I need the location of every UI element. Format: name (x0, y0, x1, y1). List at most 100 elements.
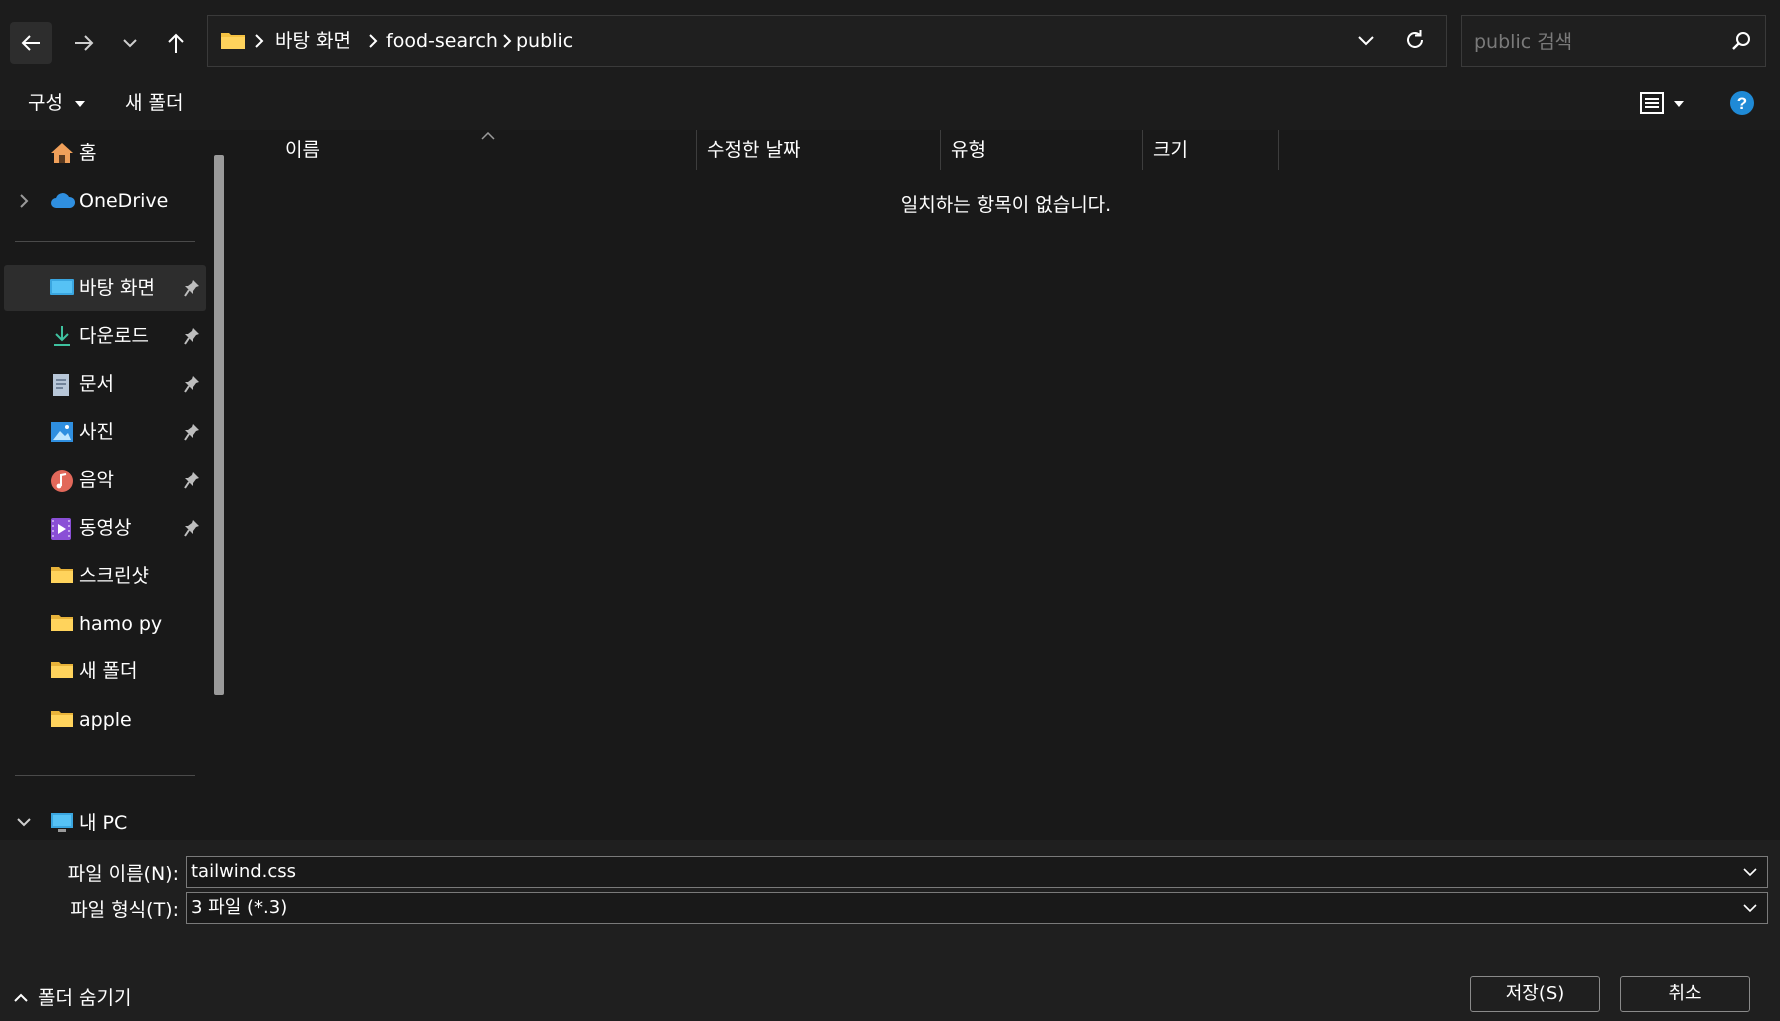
column-header-name[interactable]: 이름 (285, 130, 320, 170)
recent-locations-button[interactable] (110, 22, 150, 64)
new-folder-button[interactable]: 새 폴더 (125, 78, 183, 128)
sidebar-item-onedrive[interactable]: OneDrive (0, 178, 206, 224)
column-divider[interactable] (1142, 130, 1143, 170)
sidebar-item-label: 스크린샷 (79, 565, 149, 587)
pin-icon[interactable] (184, 327, 200, 345)
computer-icon (50, 812, 74, 834)
sidebar-item-label: hamo py (79, 613, 163, 635)
arrow-left-icon (20, 32, 42, 54)
breadcrumb-desktop[interactable]: 바탕 화면 (275, 16, 351, 66)
column-header-size[interactable]: 크기 (1153, 130, 1188, 170)
document-icon (50, 373, 74, 396)
desktop-icon (50, 277, 74, 299)
help-button[interactable]: ? (1729, 90, 1755, 116)
column-divider[interactable] (940, 130, 941, 170)
chevron-down-icon[interactable] (1743, 868, 1757, 877)
search-input[interactable] (1472, 16, 1716, 68)
sidebar-item-videos[interactable]: 동영상 (0, 505, 206, 551)
folder-icon (50, 613, 74, 635)
chevron-right-icon (501, 33, 513, 49)
pin-icon[interactable] (184, 519, 200, 537)
back-button[interactable] (10, 22, 52, 64)
organize-label: 구성 (28, 92, 63, 114)
folder-icon (50, 565, 74, 587)
sidebar-item-label: apple (79, 709, 132, 731)
sidebar-item-pictures[interactable]: 사진 (0, 409, 206, 455)
sidebar-item-label: 바탕 화면 (79, 277, 155, 299)
chevron-down-icon (1743, 904, 1757, 913)
chevron-right-icon (253, 33, 265, 49)
filename-field[interactable]: tailwind.css (186, 856, 1768, 888)
folder-icon (220, 30, 246, 50)
forward-button[interactable] (63, 22, 105, 64)
up-button[interactable] (155, 22, 197, 64)
sidebar-item-label: 새 폴더 (79, 660, 138, 682)
sidebar-item-label: 음악 (79, 469, 114, 491)
chevron-up-icon (14, 993, 28, 1002)
divider (15, 241, 195, 242)
column-header-date-modified[interactable]: 수정한 날짜 (707, 130, 800, 170)
sidebar-item-desktop[interactable]: 바탕 화면 (4, 265, 206, 311)
sidebar-item-label: 다운로드 (79, 325, 149, 347)
pin-icon[interactable] (184, 279, 200, 297)
column-header-row: 이름 수정한 날짜 유형 크기 (236, 130, 1776, 170)
music-icon (50, 469, 74, 492)
sidebar-item-documents[interactable]: 문서 (0, 361, 206, 407)
column-divider[interactable] (1278, 130, 1279, 170)
cancel-button[interactable]: 취소 (1620, 976, 1750, 1012)
sidebar-item-apple[interactable]: apple (0, 697, 206, 743)
pin-icon[interactable] (184, 471, 200, 489)
search-icon[interactable] (1730, 30, 1752, 52)
sidebar-item-downloads[interactable]: 다운로드 (0, 313, 206, 359)
arrow-right-icon (73, 32, 95, 54)
home-icon (50, 142, 74, 164)
pin-icon[interactable] (184, 375, 200, 393)
save-button[interactable]: 저장(S) (1470, 976, 1600, 1012)
sidebar-item-new-folder[interactable]: 새 폴더 (0, 648, 206, 694)
hide-folders-label: 폴더 숨기기 (38, 987, 132, 1009)
filename-value[interactable]: tailwind.css (191, 857, 296, 887)
filetype-label: 파일 형식(T): (70, 899, 179, 921)
sidebar-item-label: 홈 (79, 142, 97, 164)
file-list: 이름 수정한 날짜 유형 크기 일치하는 항목이 없습니다. (236, 130, 1776, 840)
folder-icon (50, 660, 74, 682)
sidebar-item-hamo-py[interactable]: hamo py (0, 601, 206, 647)
help-icon: ? (1729, 90, 1755, 116)
sidebar-item-label: 동영상 (79, 517, 132, 539)
address-bar[interactable]: 바탕 화면 food-search public (207, 15, 1447, 67)
sidebar-item-screenshots[interactable]: 스크린샷 (0, 553, 206, 599)
breadcrumb-public[interactable]: public (516, 16, 573, 66)
chevron-right-icon[interactable] (19, 193, 29, 209)
view-options-button[interactable] (1638, 90, 1690, 118)
folder-icon (50, 709, 74, 731)
video-icon (50, 517, 74, 540)
column-divider[interactable] (696, 130, 697, 170)
command-bar: 구성 새 폴더 ? (0, 78, 1780, 130)
search-box[interactable] (1461, 15, 1766, 68)
navigation-pane: 홈 OneDrive 바탕 화면 다운로드 문서 사진 음악 동영상 스크린샷 … (0, 130, 235, 840)
caret-down-icon (1674, 101, 1684, 107)
chevron-right-icon (367, 33, 379, 49)
sort-ascending-icon (481, 132, 495, 140)
chevron-down-icon[interactable] (16, 817, 32, 827)
sidebar-item-label: 사진 (79, 421, 114, 443)
chevron-down-icon (1356, 31, 1376, 51)
pin-icon[interactable] (184, 423, 200, 441)
caret-down-icon (75, 100, 86, 107)
refresh-button[interactable] (1403, 28, 1427, 52)
column-header-type[interactable]: 유형 (951, 130, 986, 170)
chevron-down-icon (122, 35, 138, 51)
divider (15, 775, 195, 776)
breadcrumb-food-search[interactable]: food-search (386, 16, 498, 66)
pictures-icon (50, 421, 74, 443)
navigation-bar: 바탕 화면 food-search public (0, 0, 1780, 78)
sidebar-scrollbar[interactable] (214, 155, 224, 695)
sidebar-item-home[interactable]: 홈 (0, 130, 206, 176)
organize-button[interactable]: 구성 (28, 78, 86, 128)
list-view-icon (1640, 92, 1664, 114)
address-history-dropdown[interactable] (1356, 31, 1376, 51)
sidebar-item-music[interactable]: 음악 (0, 457, 206, 503)
download-icon (50, 325, 74, 347)
cloud-icon (50, 190, 76, 212)
filetype-select[interactable]: 3 파일 (*.3) (186, 892, 1768, 924)
